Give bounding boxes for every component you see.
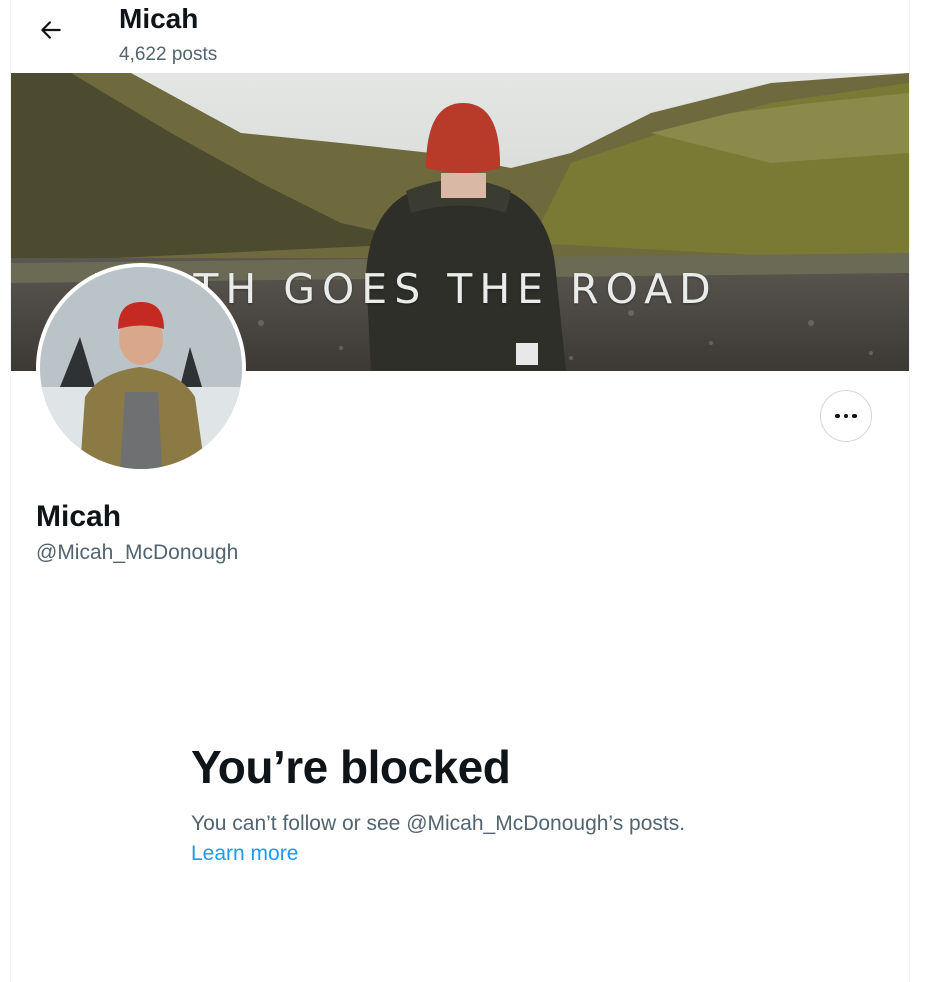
profile-display-name: Micah [36,500,122,533]
more-horizontal-icon [835,413,857,419]
back-button[interactable] [33,14,69,50]
more-options-button[interactable] [820,390,872,442]
blocked-message: You can’t follow or see @Micah_McDonough… [191,812,686,835]
header-name: Micah [119,3,199,34]
blocked-title: You’re blocked [191,741,511,793]
profile-handle: @Micah_McDonough [36,541,239,564]
header-post-count: 4,622 posts [119,44,218,65]
arrow-left-icon [38,17,64,48]
learn-more-link[interactable]: Learn more [191,842,298,866]
profile-column: Micah 4,622 posts FORTH GOES THE ROAD Mi… [10,0,910,982]
avatar[interactable] [36,263,246,473]
